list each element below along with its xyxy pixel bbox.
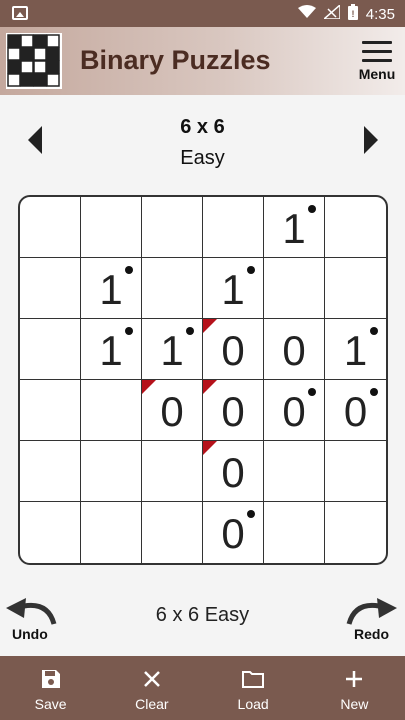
grid-cell[interactable]: 0 <box>142 380 203 441</box>
cell-value: 0 <box>221 327 245 374</box>
grid-cell[interactable] <box>325 502 386 563</box>
grid-cell[interactable] <box>325 197 386 258</box>
grid-cell[interactable] <box>203 197 264 258</box>
grid-cell[interactable] <box>264 441 325 502</box>
grid-cell[interactable] <box>20 319 81 380</box>
menu-button[interactable]: Menu <box>355 39 399 91</box>
new-label: New <box>340 696 369 712</box>
grid-cell[interactable]: 0 <box>203 502 264 563</box>
grid-cell[interactable]: 1 <box>81 258 142 319</box>
app-bar: Binary Puzzles Menu <box>0 27 405 95</box>
cell-value: 0 <box>221 510 245 557</box>
puzzle-size-label: 6 x 6 <box>180 116 225 138</box>
grid-cell[interactable] <box>264 258 325 319</box>
given-marker-icon <box>370 327 378 335</box>
given-marker-icon <box>186 327 194 335</box>
grid-cell[interactable]: 1 <box>264 197 325 258</box>
save-icon <box>0 668 101 694</box>
redo-button[interactable]: Redo <box>343 598 403 644</box>
given-marker-icon <box>125 327 133 335</box>
bottom-bar: Save Clear Load New <box>0 656 405 720</box>
given-marker-icon <box>370 388 378 396</box>
given-marker-icon <box>308 388 316 396</box>
cell-value: 0 <box>221 388 245 435</box>
grid-cell[interactable] <box>142 197 203 258</box>
cell-value: 0 <box>282 327 306 374</box>
next-size-arrow[interactable] <box>364 126 378 154</box>
grid-cell[interactable] <box>20 258 81 319</box>
grid-cell[interactable]: 0 <box>203 319 264 380</box>
new-button[interactable]: New <box>304 656 405 720</box>
grid-cell[interactable]: 0 <box>203 380 264 441</box>
undo-label: Undo <box>12 626 48 642</box>
grid-cell[interactable]: 0 <box>325 380 386 441</box>
grid-cell[interactable] <box>20 197 81 258</box>
cell-value: 1 <box>343 327 368 374</box>
grid-cell[interactable] <box>142 258 203 319</box>
grid-cell[interactable]: 0 <box>203 441 264 502</box>
given-marker-icon <box>125 266 133 274</box>
clear-button[interactable]: Clear <box>101 656 202 720</box>
clear-label: Clear <box>135 696 169 712</box>
gallery-icon <box>12 6 28 20</box>
cell-value: 1 <box>99 327 123 374</box>
grid-cell[interactable] <box>81 441 142 502</box>
grid-cell[interactable] <box>20 441 81 502</box>
grid-cell[interactable]: 1 <box>203 258 264 319</box>
grid-cell[interactable] <box>81 502 142 563</box>
cell-value: 0 <box>221 449 245 496</box>
close-icon <box>101 668 202 694</box>
grid-cell[interactable]: 0 <box>264 319 325 380</box>
grid-cell[interactable] <box>142 502 203 563</box>
grid-cell[interactable]: 1 <box>325 319 386 380</box>
puzzle-board: 11111001000000 <box>18 195 388 565</box>
grid-cell[interactable] <box>81 380 142 441</box>
grid-cell[interactable] <box>20 502 81 563</box>
save-button[interactable]: Save <box>0 656 101 720</box>
cell-value: 1 <box>99 266 123 313</box>
plus-icon <box>304 668 405 694</box>
redo-icon <box>346 598 397 625</box>
cell-value: 1 <box>160 327 184 374</box>
cell-value: 0 <box>160 388 184 435</box>
cell-value: 1 <box>282 205 306 252</box>
cell-value: 0 <box>343 388 368 435</box>
given-marker-icon <box>308 205 316 213</box>
battery-icon: ! <box>347 4 358 24</box>
app-title: Binary Puzzles <box>80 45 271 75</box>
signal-icon <box>321 3 341 23</box>
load-button[interactable]: Load <box>203 656 304 720</box>
grid-cell[interactable]: 1 <box>81 319 142 380</box>
grid-cell[interactable] <box>20 380 81 441</box>
cell-value: 1 <box>221 266 245 313</box>
given-marker-icon <box>247 266 255 274</box>
app-logo <box>6 33 62 89</box>
grid-cell[interactable] <box>325 441 386 502</box>
grid-cell[interactable]: 0 <box>264 380 325 441</box>
folder-icon <box>203 668 304 694</box>
clock: 4:35 <box>365 5 395 23</box>
cell-value: 0 <box>282 388 306 435</box>
grid-cell[interactable] <box>142 441 203 502</box>
save-label: Save <box>34 696 67 712</box>
grid-cell[interactable] <box>325 258 386 319</box>
grid-cell[interactable] <box>264 502 325 563</box>
svg-text:!: ! <box>351 9 354 19</box>
wifi-icon <box>297 5 316 23</box>
status-bar: ! 4:35 <box>0 0 405 27</box>
grid-cell[interactable] <box>81 197 142 258</box>
given-marker-icon <box>247 510 255 518</box>
grid-cell[interactable]: 1 <box>142 319 203 380</box>
difficulty-label: Easy <box>180 147 225 169</box>
hamburger-icon <box>362 41 392 62</box>
menu-label: Menu <box>358 66 396 82</box>
load-label: Load <box>237 696 269 712</box>
redo-label: Redo <box>354 626 389 642</box>
